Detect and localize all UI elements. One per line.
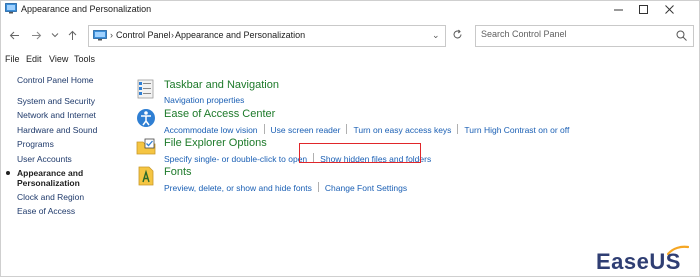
control-panel-icon [93, 30, 107, 41]
sidebar-item-ease-of-access[interactable]: Ease of Access [17, 206, 75, 216]
sidebar-item-appearance-line2[interactable]: Personalization [17, 178, 80, 188]
up-arrow-icon [68, 30, 76, 40]
search-icon [676, 30, 687, 41]
menu-tools[interactable]: Tools [74, 54, 95, 64]
highlight-box [299, 143, 421, 163]
taskbar-icon [137, 79, 154, 99]
category-links: Preview, delete, or show and hide fonts C… [164, 182, 407, 193]
breadcrumb-separator-icon: › [171, 30, 174, 40]
category-title[interactable]: File Explorer Options [164, 137, 267, 149]
menu-view[interactable]: View [49, 54, 68, 64]
link-single-double-click[interactable]: Specify single- or double-click to open [164, 154, 307, 164]
chevron-down-icon [51, 33, 59, 38]
maximize-icon [638, 4, 648, 14]
back-button[interactable] [7, 28, 21, 42]
breadcrumb-separator-icon: › [110, 30, 113, 40]
refresh-icon [453, 29, 461, 38]
sidebar-item-clock-and-region[interactable]: Clock and Region [17, 192, 84, 202]
category-title[interactable]: Ease of Access Center [164, 108, 275, 120]
close-icon [664, 4, 674, 14]
minimize-button[interactable] [606, 0, 630, 18]
window-title: Appearance and Personalization [21, 4, 152, 14]
minimize-icon [613, 9, 623, 10]
forward-arrow-icon [31, 31, 41, 39]
address-dropdown-icon[interactable]: ⌄ [432, 30, 440, 41]
category-title[interactable]: Taskbar and Navigation [164, 79, 279, 91]
ease-of-access-icon [137, 109, 155, 127]
sidebar-item-system-and-security[interactable]: System and Security [17, 96, 95, 106]
link-high-contrast[interactable]: Turn High Contrast on or off [464, 125, 569, 135]
category-title[interactable]: Fonts [164, 166, 192, 178]
link-accommodate-low-vision[interactable]: Accommodate low vision [164, 125, 258, 135]
search-input[interactable] [481, 29, 661, 39]
menu-bar: File Edit View Tools [0, 53, 700, 67]
breadcrumb-appearance[interactable]: Appearance and Personalization [175, 30, 305, 40]
refresh-button[interactable] [450, 27, 464, 41]
sidebar-item-hardware-and-sound[interactable]: Hardware and Sound [17, 125, 97, 135]
sidebar-item-appearance-line1[interactable]: Appearance and [17, 168, 83, 178]
address-bar[interactable]: › Control Panel › Appearance and Persona… [88, 25, 446, 47]
link-divider [263, 124, 265, 134]
sidebar-item-control-panel-home[interactable]: Control Panel Home [17, 75, 94, 85]
breadcrumb-control-panel[interactable]: Control Panel [116, 30, 171, 40]
sidebar-item-programs[interactable]: Programs [17, 139, 54, 149]
back-arrow-icon [9, 31, 19, 39]
folder-options-icon [136, 138, 156, 155]
recent-locations-button[interactable] [48, 28, 62, 42]
link-navigation-properties[interactable]: Navigation properties [164, 95, 244, 105]
sidebar-item-network-and-internet[interactable]: Network and Internet [17, 110, 96, 120]
active-bullet-icon [6, 171, 10, 175]
link-divider [317, 182, 319, 192]
forward-button[interactable] [29, 28, 43, 42]
link-change-font-settings[interactable]: Change Font Settings [325, 183, 407, 193]
search-box[interactable] [475, 25, 694, 47]
sidebar-item-user-accounts[interactable]: User Accounts [17, 154, 72, 164]
fonts-icon [138, 166, 154, 186]
link-divider [346, 124, 348, 134]
link-easy-access-keys[interactable]: Turn on easy access keys [353, 125, 451, 135]
link-preview-fonts[interactable]: Preview, delete, or show and hide fonts [164, 183, 312, 193]
maximize-button[interactable] [631, 0, 655, 18]
title-bar: Appearance and Personalization [0, 0, 700, 18]
easeus-logo: EaseUS [583, 245, 693, 274]
category-links: Navigation properties [164, 95, 244, 105]
category-links: Accommodate low vision Use screen reader T… [164, 124, 569, 135]
control-panel-icon [5, 3, 17, 14]
link-use-screen-reader[interactable]: Use screen reader [271, 125, 341, 135]
link-divider [457, 124, 459, 134]
menu-file[interactable]: File [5, 54, 20, 64]
close-button[interactable] [657, 0, 681, 18]
logo-text: EaseUS [596, 249, 681, 274]
up-button[interactable] [65, 28, 79, 42]
menu-edit[interactable]: Edit [26, 54, 42, 64]
